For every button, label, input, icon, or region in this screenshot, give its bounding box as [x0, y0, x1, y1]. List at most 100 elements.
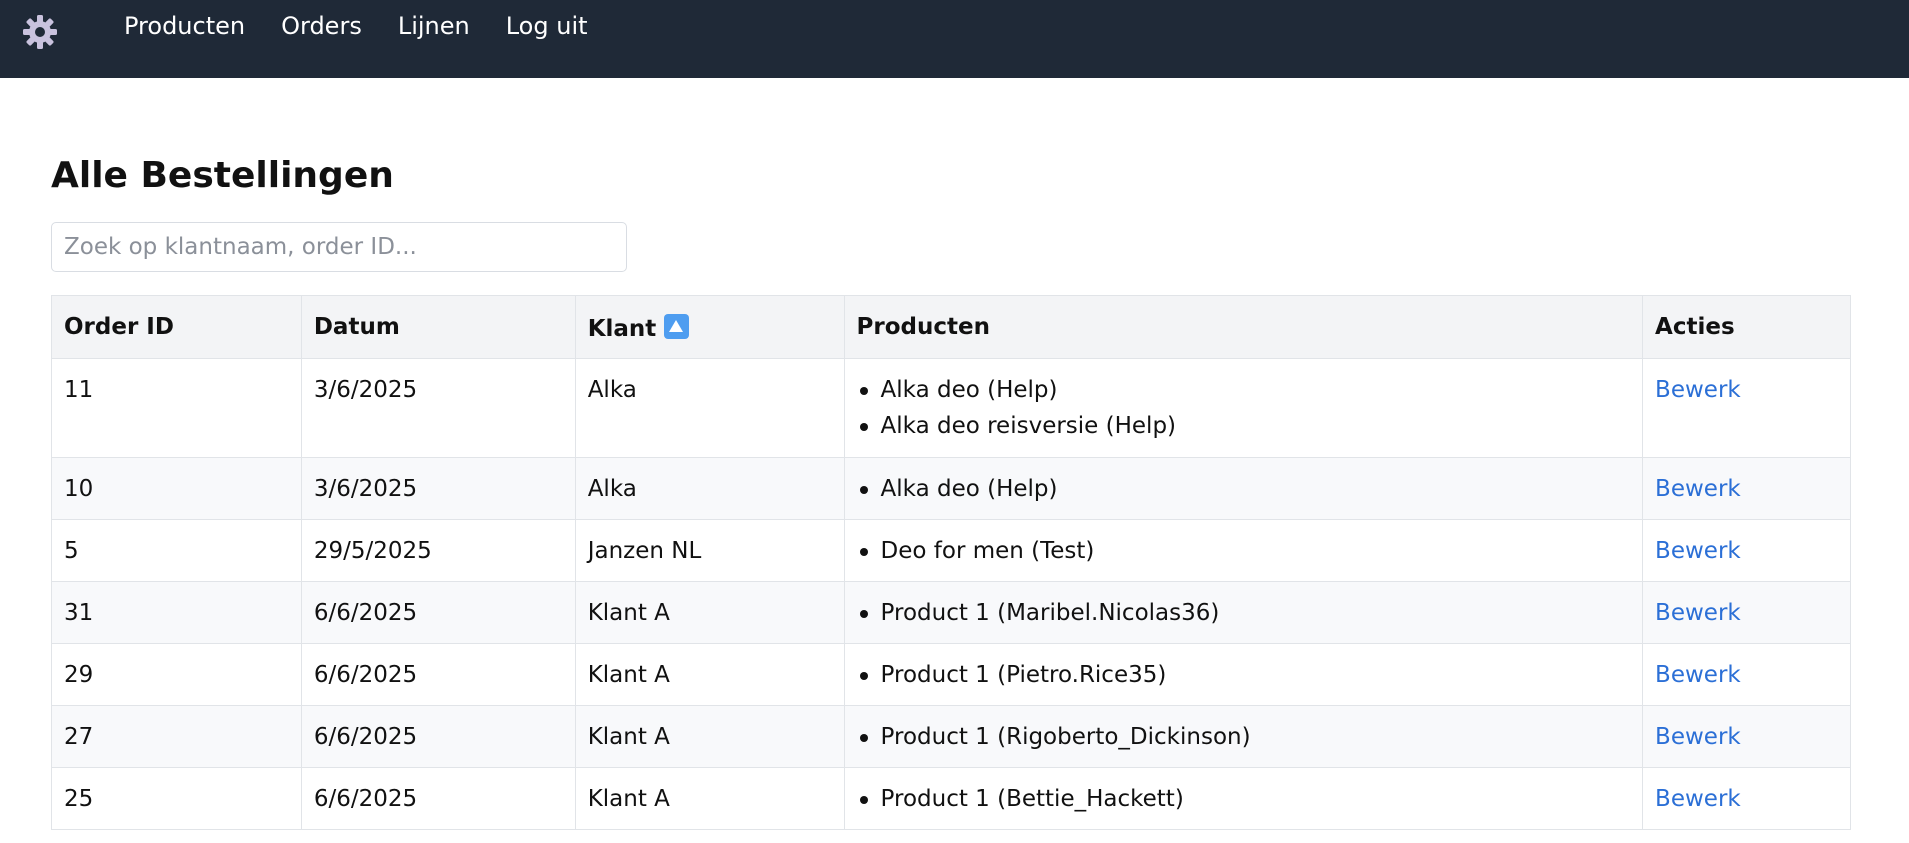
cell-datum: 3/6/2025	[300, 457, 576, 520]
cell-klant-text: Klant A	[587, 600, 670, 626]
cell-datum-text: 29/5/2025	[313, 538, 432, 564]
cell-order-id: 29	[51, 643, 302, 706]
cell-acties: Bewerk	[1642, 643, 1851, 706]
cell-klant-text: Klant A	[587, 786, 670, 812]
product-list-item: Product 1 (Pietro.Rice35)	[857, 662, 1631, 688]
product-list: Alka deo (Help) Alka deo reisversie (Help…	[857, 377, 1631, 439]
product-list: Product 1 (Rigoberto_Dickinson)	[857, 724, 1631, 750]
edit-order-link[interactable]: Bewerk	[1655, 786, 1741, 812]
cell-order-id: 27	[51, 705, 302, 768]
edit-order-link[interactable]: Bewerk	[1655, 377, 1741, 403]
cell-datum-text: 3/6/2025	[313, 476, 418, 502]
edit-order-link[interactable]: Bewerk	[1655, 538, 1741, 564]
cell-order-id-text: 25	[64, 786, 94, 812]
header-datum[interactable]: Datum	[300, 295, 576, 359]
cell-order-id: 5	[51, 519, 302, 582]
cell-klant-text: Janzen NL	[587, 538, 702, 564]
edit-order-link[interactable]: Bewerk	[1655, 724, 1741, 750]
table-header-row: Order ID Datum Klant Producten Acties	[51, 295, 1851, 359]
product-list: Deo for men (Test)	[857, 538, 1631, 564]
cell-datum-text: 6/6/2025	[313, 786, 418, 812]
cell-klant: Klant A	[574, 581, 845, 644]
product-list-item: Product 1 (Rigoberto_Dickinson)	[857, 724, 1631, 750]
nav-link-lijnen[interactable]: Lijnen	[398, 8, 470, 44]
cell-producten: Alka deo (Help) Alka deo reisversie (Help…	[843, 358, 1644, 458]
product-list: Product 1 (Pietro.Rice35)	[857, 662, 1631, 688]
cell-order-id-text: 10	[64, 476, 94, 502]
header-order-id-label: Order ID	[64, 314, 174, 340]
cell-datum-text: 6/6/2025	[313, 600, 418, 626]
header-order-id[interactable]: Order ID	[51, 295, 302, 359]
cell-datum: 6/6/2025	[300, 643, 576, 706]
cell-order-id: 25	[51, 767, 302, 830]
header-acties: Acties	[1642, 295, 1851, 359]
cell-order-id: 10	[51, 457, 302, 520]
product-list-item: Deo for men (Test)	[857, 538, 1631, 564]
nav-menu: Producten Orders Lijnen Log uit	[124, 8, 624, 44]
table-row: 5 29/5/2025 Janzen NL Deo for men (Test) Bew…	[51, 519, 1851, 582]
cell-order-id-text: 27	[64, 724, 94, 750]
cell-klant: Klant A	[574, 643, 845, 706]
cell-datum: 3/6/2025	[300, 358, 576, 458]
top-navbar: Producten Orders Lijnen Log uit	[0, 0, 1909, 78]
cell-acties: Bewerk	[1642, 581, 1851, 644]
cell-order-id-text: 29	[64, 662, 94, 688]
cell-datum: 6/6/2025	[300, 705, 576, 768]
cell-acties: Bewerk	[1642, 358, 1851, 458]
nav-link-orders[interactable]: Orders	[281, 8, 362, 44]
search-input[interactable]	[51, 222, 627, 272]
product-list: Product 1 (Bettie_Hackett)	[857, 786, 1631, 812]
cell-klant: Janzen NL	[574, 519, 845, 582]
header-producten[interactable]: Producten	[843, 295, 1644, 359]
cell-datum: 6/6/2025	[300, 767, 576, 830]
product-list-item: Alka deo (Help)	[857, 476, 1631, 502]
cell-datum: 6/6/2025	[300, 581, 576, 644]
header-datum-label: Datum	[313, 314, 400, 340]
nav-link-log-uit[interactable]: Log uit	[506, 8, 588, 44]
cell-datum-text: 3/6/2025	[313, 377, 418, 403]
orders-table-body: 11 3/6/2025 Alka Alka deo (Help) Alka deo re…	[51, 358, 1851, 830]
arrow-up-icon[interactable]	[664, 314, 690, 339]
edit-order-link[interactable]: Bewerk	[1655, 662, 1741, 688]
orders-table: Order ID Datum Klant Producten Acties 11…	[51, 295, 1851, 830]
gear-icon[interactable]	[20, 12, 60, 52]
cell-klant-text: Alka	[587, 377, 637, 403]
table-row: 29 6/6/2025 Klant A Product 1 (Pietro.Rice3…	[51, 643, 1851, 706]
cell-order-id-text: 31	[64, 600, 94, 626]
cell-klant-text: Klant A	[587, 724, 670, 750]
table-row: 31 6/6/2025 Klant A Product 1 (Maribel.Nico…	[51, 581, 1851, 644]
cell-order-id: 31	[51, 581, 302, 644]
page-title: Alle Bestellingen	[51, 155, 394, 196]
nav-link-producten[interactable]: Producten	[124, 8, 245, 44]
cell-klant-text: Klant A	[587, 662, 670, 688]
cell-producten: Product 1 (Bettie_Hackett)	[843, 767, 1644, 830]
cell-order-id-text: 5	[64, 538, 79, 564]
product-list-item: Product 1 (Bettie_Hackett)	[857, 786, 1631, 812]
product-list: Product 1 (Maribel.Nicolas36)	[857, 600, 1631, 626]
header-klant-label: Klant	[587, 316, 657, 342]
cell-klant: Klant A	[574, 705, 845, 768]
table-row: 10 3/6/2025 Alka Alka deo (Help) Bewerk	[51, 457, 1851, 520]
cell-producten: Product 1 (Pietro.Rice35)	[843, 643, 1644, 706]
cell-datum-text: 6/6/2025	[313, 662, 418, 688]
cell-klant: Alka	[574, 457, 845, 520]
cell-klant: Klant A	[574, 767, 845, 830]
header-producten-label: Producten	[856, 314, 990, 340]
table-row: 11 3/6/2025 Alka Alka deo (Help) Alka deo re…	[51, 358, 1851, 458]
edit-order-link[interactable]: Bewerk	[1655, 600, 1741, 626]
cell-order-id: 11	[51, 358, 302, 458]
header-acties-label: Acties	[1655, 314, 1735, 340]
product-list-item: Product 1 (Maribel.Nicolas36)	[857, 600, 1631, 626]
product-list-item: Alka deo (Help)	[857, 377, 1631, 403]
cell-order-id-text: 11	[64, 377, 94, 403]
cell-producten: Product 1 (Rigoberto_Dickinson)	[843, 705, 1644, 768]
cell-klant-text: Alka	[587, 476, 637, 502]
edit-order-link[interactable]: Bewerk	[1655, 476, 1741, 502]
cell-datum-text: 6/6/2025	[313, 724, 418, 750]
cell-acties: Bewerk	[1642, 519, 1851, 582]
header-klant[interactable]: Klant	[574, 295, 845, 359]
product-list-item: Alka deo reisversie (Help)	[857, 413, 1631, 439]
cell-producten: Deo for men (Test)	[843, 519, 1644, 582]
table-row: 27 6/6/2025 Klant A Product 1 (Rigoberto_Di…	[51, 705, 1851, 768]
cell-klant: Alka	[574, 358, 845, 458]
